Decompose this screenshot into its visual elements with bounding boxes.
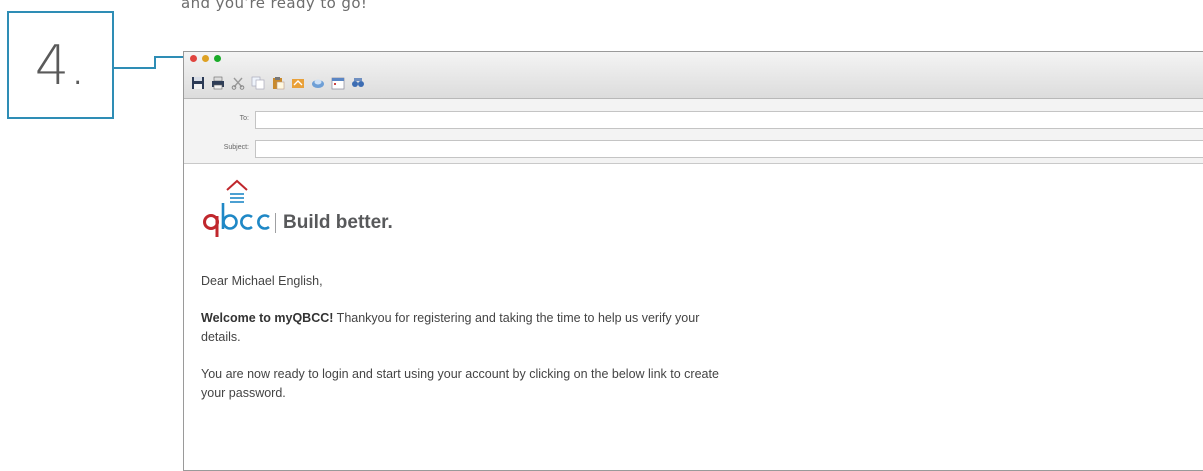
email-instructions: You are now ready to login and start usi… xyxy=(201,367,719,400)
save-icon[interactable] xyxy=(191,76,205,90)
address-book-icon[interactable] xyxy=(351,76,365,90)
connector-line xyxy=(154,56,185,58)
subject-label: Subject: xyxy=(223,144,249,151)
to-row: To: xyxy=(184,110,1203,130)
subject-row: Subject: xyxy=(184,139,1203,159)
email-body[interactable]: Build better. Dear Michael English, Welc… xyxy=(184,164,1203,470)
print-icon[interactable] xyxy=(211,76,225,90)
paste-icon[interactable] xyxy=(271,76,285,90)
email-compose-window: To: Subject: Build better. Dear Michael … xyxy=(183,51,1203,471)
copy-icon[interactable] xyxy=(251,76,265,90)
subject-field[interactable] xyxy=(255,140,1203,158)
calendar-icon[interactable] xyxy=(331,76,345,90)
email-greeting: Dear Michael English, xyxy=(201,274,323,288)
welcome-heading: Welcome to myQBCC! xyxy=(201,311,334,325)
intro-text: and you’re ready to go! xyxy=(181,0,368,12)
maximize-window-button[interactable] xyxy=(214,55,221,62)
to-field[interactable] xyxy=(255,111,1203,129)
to-label: To: xyxy=(239,115,249,122)
cut-icon[interactable] xyxy=(231,76,245,90)
qbcc-logo: Build better. xyxy=(197,176,457,237)
toolbar xyxy=(191,76,365,90)
qbcc-wordmark xyxy=(203,179,270,237)
logo-separator xyxy=(275,213,276,233)
email-welcome-paragraph: Welcome to myQBCC! Thankyou for register… xyxy=(201,309,741,347)
logo-tagline: Build better. xyxy=(283,212,393,233)
window-controls xyxy=(190,55,221,62)
window-titlebar xyxy=(184,52,1203,99)
close-window-button[interactable] xyxy=(190,55,197,62)
minimize-window-button[interactable] xyxy=(202,55,209,62)
connector-line xyxy=(114,67,155,69)
message-header-fields: To: Subject: xyxy=(184,99,1203,164)
undo-icon[interactable] xyxy=(291,76,305,90)
attach-icon[interactable] xyxy=(311,76,325,90)
step-number: 4. xyxy=(7,11,114,119)
